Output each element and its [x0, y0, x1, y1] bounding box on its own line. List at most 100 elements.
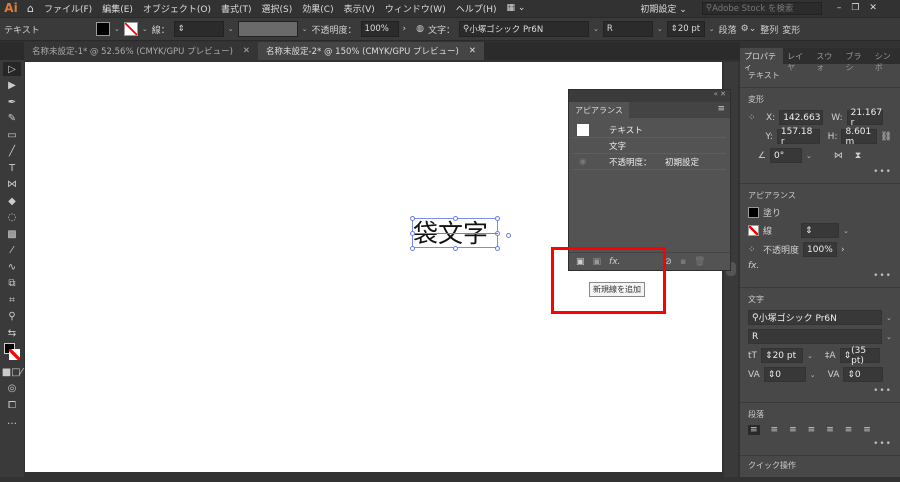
opacity-input[interactable]: 100% — [360, 21, 399, 37]
menu-object[interactable]: オブジェクト(O) — [138, 2, 216, 15]
mesh-tool-icon[interactable]: ▩ — [3, 227, 21, 241]
duplicate-item-button[interactable]: ▪ — [680, 257, 686, 267]
fill-stroke-icon[interactable] — [3, 342, 21, 363]
width-input[interactable]: 21.167 r — [846, 108, 883, 128]
menu-help[interactable]: ヘルプ(H) — [451, 2, 502, 15]
rotation-input[interactable]: 0° — [770, 148, 802, 163]
stroke-weight-input[interactable]: ⇕ — [173, 21, 224, 37]
align-link[interactable]: 整列 — [760, 23, 778, 36]
appearance-row-characters[interactable]: 文字 — [573, 138, 726, 154]
workspace-switcher[interactable]: 初期設定 ⌄ — [635, 2, 691, 15]
variable-width-profile[interactable] — [237, 21, 298, 37]
more-options-icon[interactable]: ••• — [748, 386, 892, 396]
kerning-input[interactable]: ⇕ 0 — [763, 367, 806, 382]
panel-menu-icon[interactable]: ≡ — [712, 102, 730, 118]
tab-symbols[interactable]: シンボ — [871, 48, 900, 72]
curvature-tool-icon[interactable]: ✎ — [3, 112, 21, 126]
transform-link[interactable]: 変形 — [782, 23, 800, 36]
font-size-input[interactable]: ⇕ 20 pt — [666, 21, 705, 37]
stock-search-input[interactable]: ⚲ Adobe Stock を検索 — [701, 1, 822, 15]
tab-layers[interactable]: レイヤ — [783, 48, 812, 72]
font-style-select[interactable]: R — [748, 329, 882, 344]
minimize-button[interactable]: – — [832, 3, 847, 13]
justify-all-icon[interactable]: ≡ — [863, 425, 871, 435]
font-family-select[interactable]: ⚲ 小塚ゴシック Pr6N — [459, 21, 590, 37]
more-options-icon[interactable]: ••• — [748, 271, 892, 281]
shape-builder-tool-icon[interactable]: ⧉ — [3, 277, 21, 291]
font-family-select[interactable]: ⚲ 小塚ゴシック Pr6N — [748, 310, 882, 325]
opacity-label[interactable]: 不透明度： — [312, 23, 357, 36]
align-left-icon[interactable]: ≡ — [748, 425, 760, 435]
lasso-tool-icon[interactable]: ◌ — [3, 211, 21, 225]
menu-view[interactable]: 表示(V) — [339, 2, 380, 15]
fill-swatch[interactable] — [96, 22, 110, 36]
panel-collapse-icon[interactable]: « ✕ — [569, 90, 730, 102]
more-options-icon[interactable]: ••• — [748, 439, 892, 449]
close-icon[interactable]: ✕ — [469, 46, 476, 56]
tab-document-2[interactable]: 名称未設定-2* @ 150% (CMYK/GPU プレビュー) ✕ — [258, 42, 484, 60]
y-input[interactable]: 157.18 r — [776, 127, 820, 147]
height-input[interactable]: 8.601 m — [841, 127, 877, 147]
selection-tool-icon[interactable]: ▷ — [3, 62, 21, 76]
character-label[interactable]: 文字： — [428, 23, 455, 36]
appearance-row-opacity[interactable]: ◉ 不透明度： 初期設定 — [573, 154, 726, 170]
leading-input[interactable]: ⇕ (35 pt) — [839, 346, 880, 366]
delete-item-button[interactable]: 🗑 — [694, 257, 705, 267]
tracking-input[interactable]: ⇕ 0 — [843, 367, 884, 382]
close-window-button[interactable]: ✕ — [864, 3, 882, 13]
x-input[interactable]: 142.663 — [779, 110, 824, 125]
eyedropper-tool-icon[interactable]: ⁄ — [3, 244, 21, 258]
restore-button[interactable]: ❐ — [846, 3, 864, 13]
zoom-tool-icon[interactable]: ⚲ — [3, 310, 21, 324]
recolor-icon[interactable]: ◍ — [416, 24, 424, 34]
more-options-icon[interactable]: ••• — [748, 167, 892, 177]
color-mode-icon[interactable]: ■□⁄ — [2, 365, 23, 379]
screen-mode-icon[interactable]: ⧠ — [3, 398, 21, 412]
reflect-tool-icon[interactable]: ⋈ — [3, 178, 21, 192]
pen-tool-icon[interactable]: ✒ — [3, 95, 21, 109]
justify-right-icon[interactable]: ≡ — [845, 425, 853, 435]
reference-point-icon[interactable]: ⁘ — [748, 113, 762, 123]
menu-select[interactable]: 選択(S) — [257, 2, 298, 15]
chevron-down-icon[interactable]: ⌄ — [114, 25, 120, 33]
fill-label[interactable]: 塗り — [763, 206, 781, 219]
stroke-swatch[interactable] — [748, 225, 759, 236]
tab-swatches[interactable]: スウォ — [812, 48, 841, 72]
justify-left-icon[interactable]: ≡ — [808, 425, 816, 435]
menu-window[interactable]: ウィンドウ(W) — [380, 2, 451, 15]
rectangle-tool-icon[interactable]: ▭ — [3, 128, 21, 142]
tab-properties[interactable]: プロパティ — [740, 48, 784, 72]
menu-effect[interactable]: 効果(C) — [297, 2, 338, 15]
font-size-input[interactable]: ⇕ 20 pt — [761, 348, 804, 363]
align-center-icon[interactable]: ≡ — [771, 425, 779, 435]
flip-vertical-icon[interactable]: ⧗ — [855, 151, 861, 161]
opacity-label[interactable]: 不透明度 — [763, 243, 799, 256]
home-icon[interactable]: ⌂ — [22, 2, 39, 15]
tab-brushes[interactable]: ブラシ — [842, 48, 871, 72]
stroke-label[interactable]: 線 — [763, 224, 797, 237]
menu-type[interactable]: 書式(T) — [216, 2, 257, 15]
menu-edit[interactable]: 編集(E) — [97, 2, 138, 15]
artboard-tool-icon[interactable]: ⌗ — [3, 293, 21, 307]
eraser-tool-icon[interactable]: ◆ — [3, 194, 21, 208]
more-tools-icon[interactable]: … — [3, 415, 21, 429]
justify-center-icon[interactable]: ≡ — [826, 425, 834, 435]
paintbrush-tool-icon[interactable]: ╱ — [3, 145, 21, 159]
appearance-row-text[interactable]: テキスト — [573, 122, 726, 138]
direct-selection-tool-icon[interactable]: ▶ — [3, 79, 21, 93]
stroke-swatch[interactable] — [123, 22, 138, 36]
text-threading-port[interactable] — [506, 233, 511, 238]
fill-swatch[interactable] — [748, 207, 759, 218]
font-style-select[interactable]: R — [602, 21, 653, 37]
opacity-input[interactable]: 100% — [803, 242, 838, 257]
stroke-weight-input[interactable]: ⇕ — [801, 223, 839, 238]
tab-document-1[interactable]: 名称未設定-1* @ 52.56% (CMYK/GPU プレビュー) ✕ — [24, 42, 259, 60]
arrange-docs-icon[interactable]: ▦ ⌄ — [502, 3, 531, 13]
puppet-warp-tool-icon[interactable]: ∿ — [3, 260, 21, 274]
opacity-link[interactable]: 不透明度： — [609, 156, 665, 168]
chevron-down-icon[interactable]: ⌄ — [142, 25, 148, 33]
type-tool-icon[interactable]: T — [3, 161, 21, 175]
close-icon[interactable]: ✕ — [243, 46, 250, 56]
draw-mode-icon[interactable]: ◎ — [3, 382, 21, 396]
constrain-proportions-icon[interactable]: ⛓ — [881, 132, 892, 142]
